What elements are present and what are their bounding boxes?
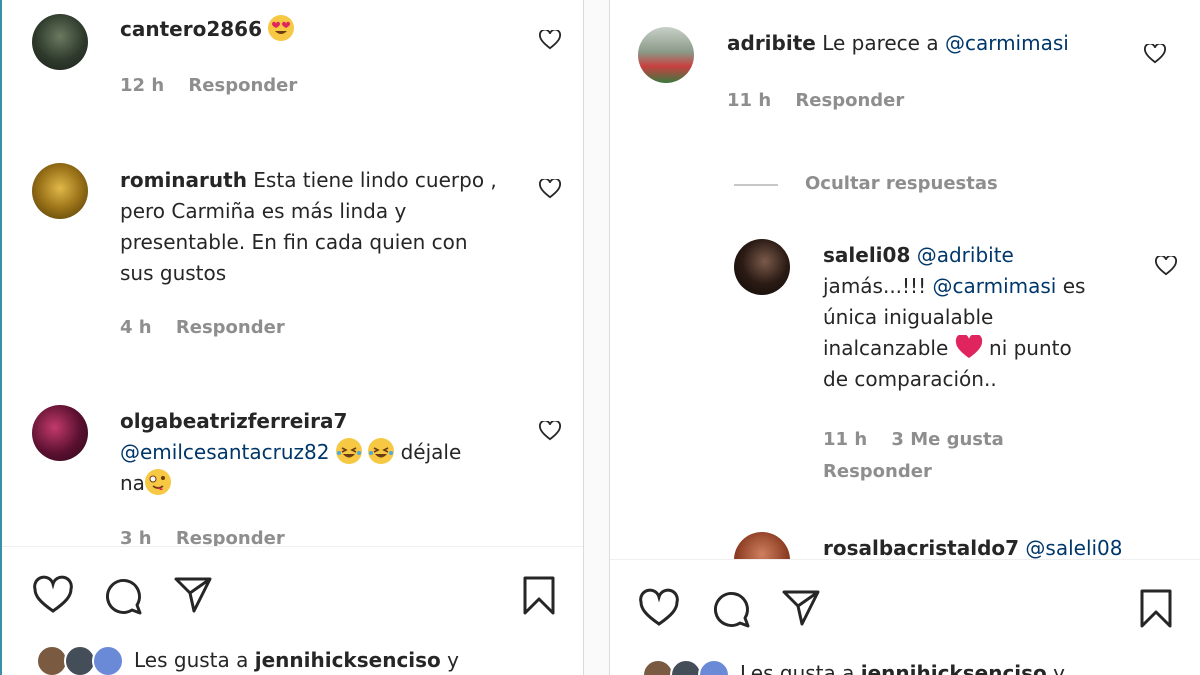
comment-time: 11 h (727, 90, 772, 111)
comment-time: 12 h (120, 75, 165, 96)
comment-like-icon[interactable] (539, 421, 561, 441)
mention-link[interactable]: @carmimasi (945, 31, 1069, 55)
comment-icon[interactable] (710, 588, 752, 630)
left-comments-panel: cantero2866 12 h Responder rominaruth Es… (0, 0, 584, 675)
replies-divider (734, 184, 778, 186)
reply-likes-count[interactable]: 3 Me gusta (891, 429, 1003, 450)
comment-text-line: sus gustos (120, 261, 227, 285)
comment-text-line: pero Carmiña es más linda y (120, 199, 407, 223)
comments-list[interactable]: cantero2866 12 h Responder rominaruth Es… (2, 0, 583, 546)
comment-item: cantero2866 12 h Responder (2, 0, 583, 130)
comment-icon[interactable] (102, 575, 144, 617)
red-heart-emoji-icon (955, 333, 982, 358)
comment-username[interactable]: adribite (727, 31, 816, 55)
comment-item: adribite Le parece a @carmimasi 11 h Res… (610, 0, 1200, 140)
likes-summary: Les gusta a jennihicksenciso y (740, 661, 1065, 675)
comment-username[interactable]: rominaruth (120, 168, 247, 192)
hide-replies-button[interactable]: Ocultar respuestas (805, 173, 998, 194)
liker-avatar (92, 645, 124, 675)
avatar[interactable] (32, 163, 88, 219)
heart-icon[interactable] (638, 588, 680, 630)
bookmark-icon[interactable] (1135, 588, 1177, 630)
reply-button[interactable]: Responder (795, 90, 904, 111)
heart-eyes-emoji-icon (268, 15, 295, 41)
likes-summary: Les gusta a jennihicksenciso y (134, 648, 459, 672)
comment-like-icon[interactable] (1155, 256, 1177, 276)
laughing-emoji-icon (335, 438, 362, 464)
heart-icon[interactable] (32, 575, 74, 617)
mention-link[interactable]: @saleli08 (1025, 536, 1122, 559)
liker-username[interactable]: jennihicksenciso (255, 648, 441, 672)
reply-button[interactable]: Responder (176, 528, 285, 546)
bookmark-icon[interactable] (518, 575, 560, 617)
reply-button[interactable]: Responder (188, 75, 297, 96)
reply-text: es (1062, 274, 1086, 298)
comment-text: na (120, 471, 145, 495)
comment-text-line: Esta tiene lindo cuerpo , (253, 168, 497, 192)
likes-suffix: y (447, 648, 460, 672)
likes-suffix: y (1053, 661, 1066, 675)
post-action-bar: Les gusta a jennihicksenciso y (2, 546, 583, 675)
reply-item: rosalbacristaldo7 @saleli08 (610, 530, 1200, 559)
comment-username[interactable]: cantero2866 (120, 17, 262, 41)
comment-item: olgabeatrizferreira7 @emilcesantacruz82 … (2, 400, 583, 546)
panel-gutter (584, 0, 609, 675)
avatar[interactable] (638, 27, 694, 83)
likes-prefix: Les gusta a (134, 648, 249, 672)
reply-item: saleli08 @adribite jamás...!!! @carmimas… (610, 230, 1200, 510)
comment-text: Le parece a (822, 31, 939, 55)
comment-text-line: presentable. En fin cada quien con (120, 230, 468, 254)
reply-username[interactable]: rosalbacristaldo7 (823, 536, 1019, 559)
reply-text: única inigualable (823, 305, 994, 329)
comment-like-icon[interactable] (539, 179, 561, 199)
reply-button[interactable]: Responder (176, 317, 285, 338)
avatar[interactable] (734, 239, 790, 295)
reply-text: jamás...!!! (823, 274, 927, 298)
comment-username[interactable]: olgabeatrizferreira7 (120, 406, 540, 437)
post-action-bar: Les gusta a jennihicksenciso y (610, 559, 1200, 675)
likes-prefix: Les gusta a (740, 661, 855, 675)
comment-like-icon[interactable] (1144, 44, 1166, 64)
laughing-emoji-icon (368, 438, 395, 464)
reply-time: 11 h (823, 429, 868, 450)
share-icon[interactable] (780, 586, 822, 628)
mention-link[interactable]: @adribite (917, 243, 1014, 267)
reply-button[interactable]: Responder (823, 461, 932, 482)
reply-username[interactable]: saleli08 (823, 243, 910, 267)
comment-item: rominaruth Esta tiene lindo cuerpo , per… (2, 155, 583, 355)
share-icon[interactable] (172, 573, 214, 615)
comment-time: 4 h (120, 317, 152, 338)
avatar[interactable] (32, 14, 88, 70)
liker-username[interactable]: jennihicksenciso (861, 661, 1047, 675)
avatar[interactable] (734, 532, 790, 559)
comment-time: 3 h (120, 528, 152, 546)
comments-list[interactable]: adribite Le parece a @carmimasi 11 h Res… (610, 0, 1200, 559)
reply-text: inalcanzable (823, 336, 949, 360)
mention-link[interactable]: @carmimasi (932, 274, 1056, 298)
liker-avatar (698, 659, 730, 675)
reply-text: ni punto (989, 336, 1072, 360)
comment-text: déjale (400, 440, 462, 464)
avatar[interactable] (32, 405, 88, 461)
mention-link[interactable]: @emilcesantacruz82 (120, 440, 330, 464)
right-comments-panel: adribite Le parece a @carmimasi 11 h Res… (609, 0, 1200, 675)
comment-like-icon[interactable] (539, 30, 561, 50)
zany-face-emoji-icon (144, 469, 171, 495)
reply-text: de comparación.. (823, 367, 997, 391)
